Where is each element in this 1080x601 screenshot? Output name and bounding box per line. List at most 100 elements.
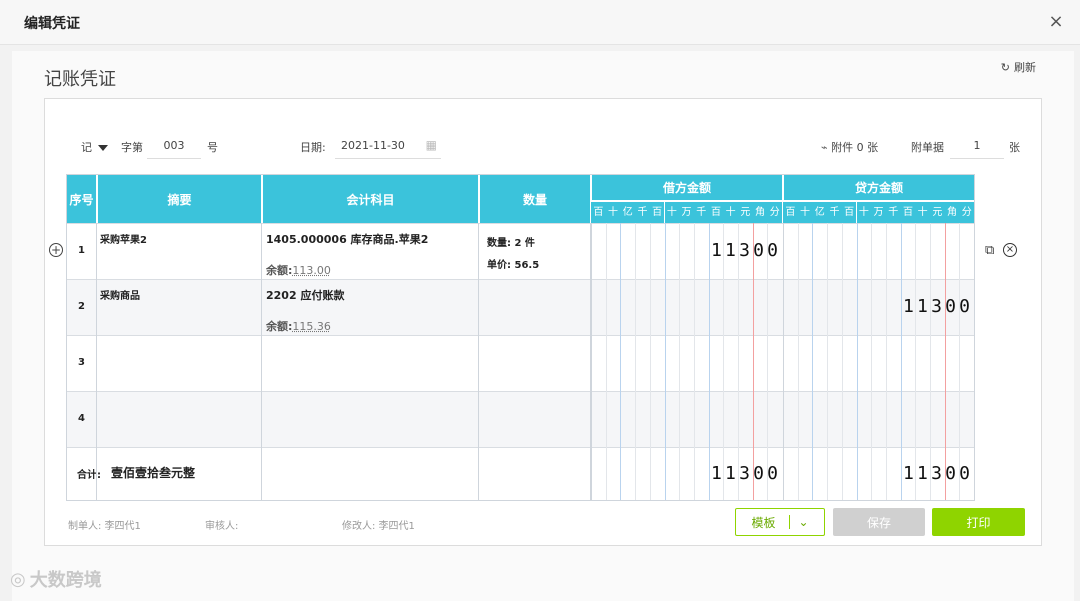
calendar-icon[interactable]: ▦: [426, 138, 437, 152]
digit-column-header: 分: [959, 202, 975, 223]
table-row[interactable]: 3: [67, 335, 974, 391]
row-price[interactable]: 单价: 56.5: [487, 256, 539, 271]
template-label: 模板: [751, 515, 776, 530]
refresh-button[interactable]: ↻ 刷新: [1001, 59, 1036, 75]
row-account[interactable]: 1405.000006 库存商品.苹果2: [266, 231, 428, 247]
row-debit-amount[interactable]: 11300: [711, 240, 781, 261]
digit-divider: [827, 223, 829, 500]
voucher-table: 序号 摘要 会计科目 数量 借方金额 贷方金额 百十亿千百十万千百十元角分百十亿…: [66, 174, 975, 501]
header-credit: 贷方金额: [783, 175, 974, 201]
table-row[interactable]: 1 采购苹果2 1405.000006 库存商品.苹果2 余额:113.00 数…: [67, 223, 974, 279]
digit-column-header: 千: [827, 202, 842, 223]
row-account[interactable]: 2202 应付账款: [266, 287, 344, 303]
digit-column-header: 十: [797, 202, 813, 223]
digit-column-header: 千: [885, 202, 901, 223]
digit-divider: [915, 223, 917, 500]
refresh-label: 刷新: [1014, 61, 1036, 74]
copy-row-icon[interactable]: ⧉: [985, 243, 994, 258]
reviewer-label: 审核人:: [205, 521, 239, 532]
modifier-label: 修改人: 李四代1: [342, 521, 415, 532]
column-divider: [591, 223, 592, 500]
voucher-word-select[interactable]: 记: [81, 139, 108, 155]
balance-label: 余额:: [266, 264, 293, 277]
digit-divider: [605, 223, 607, 500]
maker-label: 制单人: 李四代1: [68, 521, 141, 532]
column-divider: [261, 223, 262, 500]
digit-column-header: 百: [841, 202, 857, 223]
header-summary: 摘要: [97, 175, 261, 223]
digit-column-header: 百: [900, 202, 916, 223]
digit-divider: [885, 223, 887, 500]
digit-divider: [738, 223, 739, 500]
bill-count-input[interactable]: 1: [950, 139, 1004, 159]
digit-column-header: 分: [767, 202, 783, 223]
add-row-icon[interactable]: +: [49, 243, 63, 257]
digit-column-header: 万: [679, 202, 694, 223]
header-index: 序号: [67, 175, 96, 223]
attachment-link[interactable]: ⌁ 附件 0 张: [821, 139, 878, 155]
digit-column-header: 亿: [812, 202, 828, 223]
column-divider: [478, 223, 479, 500]
row-summary[interactable]: 采购苹果2: [100, 231, 147, 246]
voucher-number-input[interactable]: 003: [147, 139, 201, 159]
chevron-down-icon[interactable]: ⌄: [789, 515, 809, 529]
voucher-form: 记 字第 003 号 日期: 2021-11-30 ▦ ⌁ 附件 0 张 附单据…: [44, 98, 1042, 546]
row-credit-amount[interactable]: 11300: [903, 296, 973, 317]
row-index: 2: [78, 301, 85, 312]
balance-value: 115.36: [292, 320, 331, 333]
watermark-text: 大数跨境: [29, 570, 102, 591]
header-quantity: 数量: [479, 175, 590, 223]
digit-column-header: 亿: [620, 202, 636, 223]
digit-divider: [708, 223, 710, 500]
digit-column-header: 百: [783, 202, 798, 223]
digit-divider: [723, 223, 725, 500]
digit-column-header: 元: [738, 202, 753, 223]
row-balance: 余额:115.36: [266, 318, 331, 334]
balance-label: 余额:: [266, 320, 293, 333]
table-row[interactable]: 2 采购商品 2202 应付账款 余额:115.36 11300: [67, 279, 974, 335]
digit-column-header: 元: [930, 202, 945, 223]
voucher-word-value: 记: [81, 141, 92, 154]
total-label: 合计:: [77, 470, 101, 481]
delete-row-icon[interactable]: ×: [1003, 243, 1017, 257]
digit-column-header: 角: [944, 202, 960, 223]
digit-divider: [944, 223, 946, 500]
row-summary[interactable]: 采购商品: [100, 287, 140, 302]
row-qty[interactable]: 数量: 2 件: [487, 234, 535, 249]
digit-divider: [649, 223, 651, 500]
save-button[interactable]: 保存: [833, 508, 925, 536]
voucher-panel: 记账凭证 ↻ 刷新 记 字第 003 号 日期: 2021-11-30 ▦ ⌁ …: [12, 51, 1074, 601]
balance-value: 113.00: [292, 264, 331, 277]
total-row: 合计: 壹佰壹拾叁元整 11300 11300: [67, 447, 974, 500]
word-suffix-label: 字第: [121, 141, 143, 154]
digit-divider: [930, 223, 931, 500]
header-account: 会计科目: [262, 175, 478, 223]
digit-divider: [841, 223, 843, 500]
digit-divider: [900, 223, 902, 500]
date-label: 日期:: [300, 141, 326, 154]
dialog-title: 编辑凭证: [24, 16, 80, 32]
dialog-header: 编辑凭证 ×: [0, 0, 1080, 45]
digit-column-header: 十: [723, 202, 738, 223]
digit-column-header: 角: [752, 202, 768, 223]
digit-column-header: 千: [635, 202, 650, 223]
page-title: 记账凭证: [44, 69, 116, 90]
row-balance: 余额:113.00: [266, 262, 331, 278]
row-index: 1: [78, 245, 85, 256]
digit-column-header: 十: [605, 202, 621, 223]
attachment-label: 附件 0 张: [831, 141, 879, 154]
digit-column-header: 百: [708, 202, 724, 223]
digit-divider: [871, 223, 873, 500]
digit-divider: [797, 223, 799, 500]
digit-column-header: 十: [856, 202, 872, 223]
template-button[interactable]: 模板 ⌄: [735, 508, 825, 536]
print-button[interactable]: 打印: [932, 508, 1025, 536]
close-icon[interactable]: ×: [1046, 12, 1066, 32]
date-input[interactable]: 2021-11-30 ▦: [335, 138, 441, 159]
digit-divider: [635, 223, 637, 500]
digit-divider: [812, 223, 814, 500]
digit-column-header: 万: [871, 202, 886, 223]
table-row[interactable]: 4: [67, 391, 974, 447]
watermark-logo-icon: ◎: [10, 568, 26, 590]
digit-divider: [679, 223, 681, 500]
